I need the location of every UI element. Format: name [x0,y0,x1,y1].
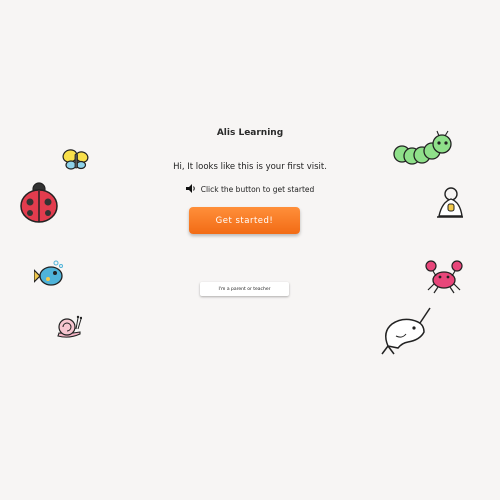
butterfly-icon [62,149,89,170]
ladybug-icon [20,182,58,223]
welcome-page: Alis Learning Hi, It looks like this is … [0,0,500,500]
speaker-icon[interactable] [185,184,197,193]
bell-icon [437,187,463,218]
snail-icon [57,315,82,338]
narwhal-icon [381,307,431,355]
fish-icon [34,260,63,286]
caterpillar-icon [393,130,452,165]
instruction-text: Click the button to get started [200,185,315,194]
get-started-button[interactable]: Get started! [189,207,300,234]
instruction-row: Click the button to get started [0,184,500,194]
crab-icon [425,260,463,294]
parent-teacher-button[interactable]: I'm a parent or teacher [200,282,289,296]
